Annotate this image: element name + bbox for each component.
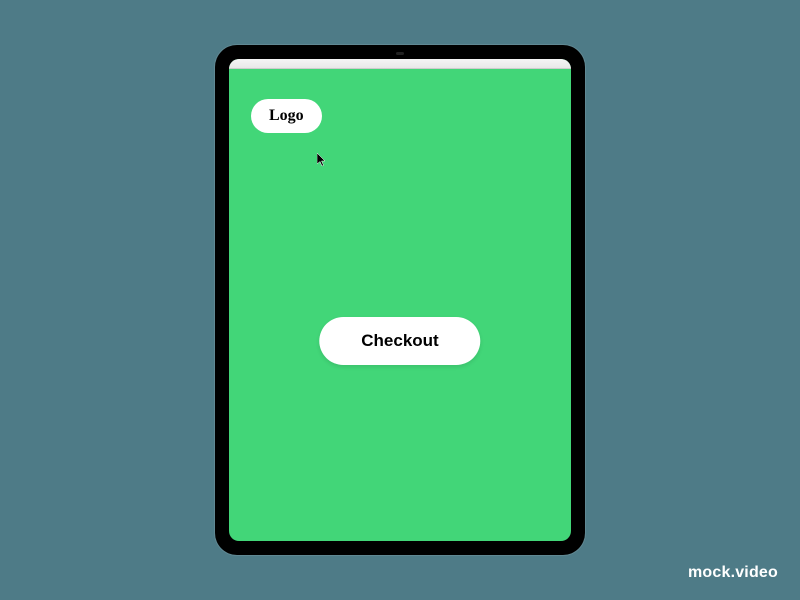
logo-badge[interactable]: Logo bbox=[251, 99, 322, 133]
logo-text: Logo bbox=[269, 107, 304, 124]
watermark-text: mock.video bbox=[688, 564, 778, 582]
app-content: Logo Checkout bbox=[229, 69, 571, 541]
tablet-device-frame: Logo Checkout bbox=[215, 45, 585, 555]
tablet-screen: Logo Checkout bbox=[229, 59, 571, 541]
tablet-camera-icon bbox=[396, 52, 404, 55]
cursor-icon bbox=[317, 153, 327, 170]
checkout-button[interactable]: Checkout bbox=[319, 317, 480, 365]
checkout-button-label: Checkout bbox=[361, 331, 438, 350]
browser-top-bar bbox=[229, 59, 571, 69]
